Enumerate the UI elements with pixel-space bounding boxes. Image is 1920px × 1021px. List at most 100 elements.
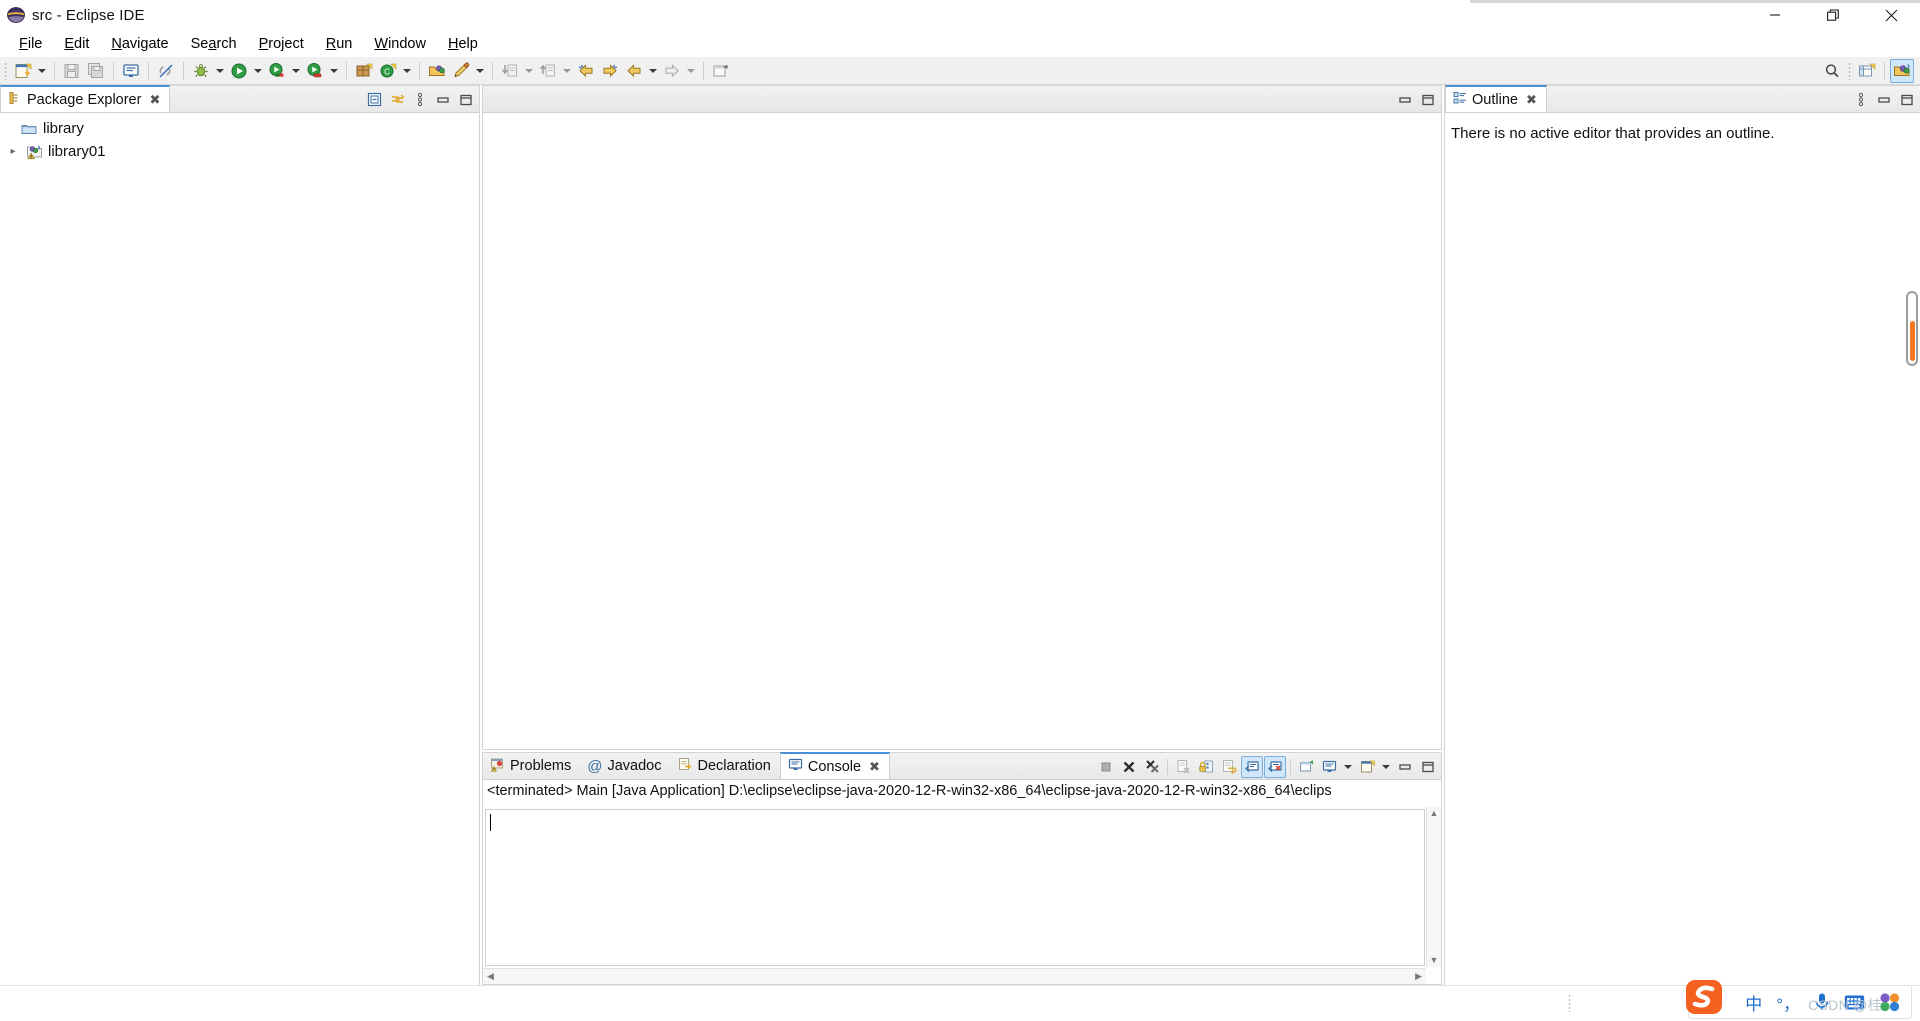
chevron-right-icon[interactable]: ▸ xyxy=(6,146,20,157)
run-external-tools-icon[interactable] xyxy=(265,59,289,83)
link-with-editor-icon[interactable] xyxy=(386,89,408,111)
display-selected-console-dropdown-arrow[interactable] xyxy=(1341,755,1355,779)
new-window-icon[interactable] xyxy=(709,59,733,83)
scroll-lock-icon[interactable] xyxy=(1195,756,1217,778)
tree-item-library01[interactable]: ▸ library01 xyxy=(0,140,479,163)
menu-window[interactable]: Window xyxy=(363,33,437,55)
page-scroll-indicator[interactable] xyxy=(1906,291,1918,366)
close-tab-icon[interactable]: ✖ xyxy=(869,759,880,775)
coverage-icon[interactable] xyxy=(303,59,327,83)
scroll-right-icon[interactable]: ▶ xyxy=(1413,970,1424,983)
forward-icon[interactable] xyxy=(598,59,622,83)
scroll-thumb[interactable] xyxy=(1909,321,1915,361)
restore-icon[interactable] xyxy=(1804,0,1862,30)
tree-item-library[interactable]: library xyxy=(0,117,479,140)
minimize-panel-icon[interactable] xyxy=(1873,89,1895,111)
tab-problems[interactable]: Problems xyxy=(483,753,580,779)
toolbar-grip[interactable] xyxy=(1848,62,1851,80)
back-icon[interactable] xyxy=(574,59,598,83)
previous-edit-dropdown-arrow[interactable] xyxy=(646,59,660,83)
new-dropdown-arrow[interactable] xyxy=(35,59,49,83)
open-console-icon[interactable] xyxy=(1356,756,1378,778)
minimize-panel-icon[interactable] xyxy=(432,89,454,111)
show-console-on-output-icon[interactable] xyxy=(1241,755,1263,778)
previous-annotation-icon[interactable] xyxy=(536,59,560,83)
menu-run[interactable]: Run xyxy=(315,33,364,55)
tab-console[interactable]: Console ✖ xyxy=(779,752,890,779)
remove-all-terminated-icon[interactable] xyxy=(1141,756,1163,778)
sogou-logo-icon[interactable] xyxy=(1681,977,1727,1017)
menu-project[interactable]: Project xyxy=(248,33,315,55)
external-tools-dropdown-arrow[interactable] xyxy=(289,59,303,83)
close-icon[interactable] xyxy=(1862,0,1920,30)
java-perspective-icon[interactable] xyxy=(1890,59,1914,83)
new-annotation-icon[interactable] xyxy=(449,59,473,83)
ime-punctuation[interactable]: °， xyxy=(1776,990,1800,1015)
menu-help[interactable]: Help xyxy=(437,33,489,55)
new-class-dropdown-arrow[interactable] xyxy=(400,59,414,83)
scroll-up-icon[interactable]: ▲ xyxy=(1428,807,1441,820)
next-annotation-icon[interactable] xyxy=(498,59,522,83)
ime-toolbox-icon[interactable] xyxy=(1879,992,1901,1012)
open-type-icon[interactable] xyxy=(425,59,449,83)
run-icon[interactable] xyxy=(227,59,251,83)
previous-edit-icon[interactable] xyxy=(622,59,646,83)
word-wrap-icon[interactable] xyxy=(1218,756,1240,778)
close-tab-icon[interactable]: ✖ xyxy=(1526,92,1537,108)
link-broken-icon[interactable] xyxy=(154,59,178,83)
minimize-panel-icon[interactable] xyxy=(1394,89,1416,111)
menu-search[interactable]: Search xyxy=(180,33,248,55)
ime-keyboard-icon[interactable] xyxy=(1844,994,1865,1011)
menu-file[interactable]: File xyxy=(8,33,53,55)
view-menu-icon[interactable] xyxy=(1850,89,1872,111)
minimize-icon[interactable] xyxy=(1746,0,1804,30)
close-tab-icon[interactable]: ✖ xyxy=(149,92,160,108)
terminate-icon[interactable] xyxy=(1095,756,1117,778)
show-console-on-error-icon[interactable] xyxy=(1264,755,1286,778)
search-icon[interactable] xyxy=(1820,59,1844,83)
tab-package-explorer[interactable]: Package Explorer ✖ xyxy=(0,85,171,112)
minimize-panel-icon[interactable] xyxy=(1394,756,1416,778)
maximize-panel-icon[interactable] xyxy=(1417,89,1439,111)
view-menu-icon[interactable] xyxy=(409,89,431,111)
debug-icon[interactable] xyxy=(189,59,213,83)
previous-annotation-dropdown-arrow[interactable] xyxy=(560,59,574,83)
maximize-panel-icon[interactable] xyxy=(1896,89,1918,111)
ime-voice-input-icon[interactable] xyxy=(1814,992,1830,1012)
pin-console-icon[interactable] xyxy=(1295,756,1317,778)
new-icon[interactable] xyxy=(11,59,35,83)
menu-navigate[interactable]: Navigate xyxy=(100,33,179,55)
toolbar-grip[interactable] xyxy=(4,61,7,80)
maximize-panel-icon[interactable] xyxy=(455,89,477,111)
new-package-icon[interactable] xyxy=(352,59,376,83)
tab-outline[interactable]: Outline ✖ xyxy=(1445,85,1547,112)
tab-javadoc[interactable]: @ Javadoc xyxy=(580,753,670,779)
open-console-dropdown-arrow[interactable] xyxy=(1379,755,1393,779)
coverage-dropdown-arrow[interactable] xyxy=(327,59,341,83)
debug-dropdown-arrow[interactable] xyxy=(213,59,227,83)
console-output[interactable] xyxy=(485,809,1425,966)
maximize-panel-icon[interactable] xyxy=(1417,756,1439,778)
console-toggle-icon[interactable] xyxy=(119,59,143,83)
display-selected-console-icon[interactable] xyxy=(1318,756,1340,778)
next-annotation-dropdown-arrow[interactable] xyxy=(522,59,536,83)
remove-launch-icon[interactable] xyxy=(1118,756,1140,778)
editor-empty-area[interactable] xyxy=(483,113,1441,749)
collapse-all-icon[interactable] xyxy=(363,89,385,111)
scroll-left-icon[interactable]: ◀ xyxy=(485,970,496,983)
new-class-icon[interactable]: C xyxy=(376,59,400,83)
save-all-icon[interactable] xyxy=(84,59,108,83)
menu-edit[interactable]: Edit xyxy=(53,33,100,55)
ime-mode-chinese[interactable]: 中 xyxy=(1745,990,1762,1015)
scroll-down-icon[interactable]: ▼ xyxy=(1428,954,1441,967)
run-dropdown-arrow[interactable] xyxy=(251,59,265,83)
console-vertical-scrollbar[interactable]: ▲ ▼ xyxy=(1426,807,1441,967)
tab-declaration[interactable]: Declaration xyxy=(671,753,780,779)
status-bar-grip[interactable] xyxy=(1568,994,1571,1012)
save-icon[interactable] xyxy=(60,59,84,83)
open-perspective-icon[interactable] xyxy=(1855,59,1879,83)
console-horizontal-scrollbar[interactable]: ◀ ▶ xyxy=(483,968,1426,984)
next-edit-icon[interactable] xyxy=(660,59,684,83)
next-edit-dropdown-arrow[interactable] xyxy=(684,59,698,83)
new-annotation-dropdown-arrow[interactable] xyxy=(473,59,487,83)
